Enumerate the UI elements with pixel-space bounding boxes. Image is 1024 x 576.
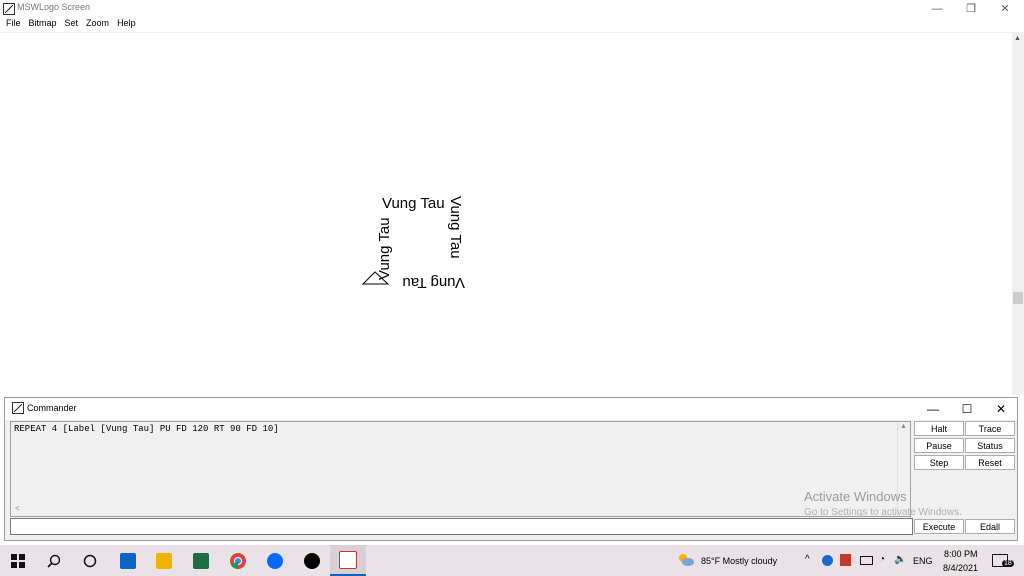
clock-date[interactable]: 8/4/2021 [943, 563, 978, 573]
activate-windows-subtitle: Go to Settings to activate Windows. [804, 507, 962, 518]
halt-button[interactable]: Halt [914, 421, 964, 436]
battery-icon[interactable] [860, 556, 873, 565]
tray-app-icon[interactable] [822, 555, 833, 566]
command-history[interactable]: REPEAT 4 [Label [Vung Tau] PU FD 120 RT … [10, 421, 911, 517]
tray-v-icon[interactable] [840, 554, 851, 566]
step-button[interactable]: Step [914, 455, 964, 470]
volume-icon[interactable]: 🔈 [894, 554, 906, 565]
wifi-icon[interactable]: ◔ [879, 554, 885, 565]
trace-button[interactable]: Trace [965, 421, 1015, 436]
close-button[interactable]: ✕ [988, 0, 1022, 17]
chrome-icon[interactable] [220, 545, 256, 576]
excel-icon[interactable] [183, 545, 219, 576]
weather-cloud-icon [679, 554, 694, 566]
commander-maximize-button[interactable]: ☐ [950, 398, 984, 420]
canvas-label-right: Vung Tau [447, 196, 464, 259]
zalo-icon[interactable] [257, 545, 293, 576]
execute-button[interactable]: Execute [914, 519, 964, 534]
commander-window: Commander — ☐ ✕ REPEAT 4 [Label [Vung Ta… [4, 397, 1018, 541]
menu-zoom[interactable]: Zoom [82, 17, 113, 32]
weather-text[interactable]: 85°F Mostly cloudy [701, 556, 777, 566]
mswlogo-app-icon [3, 3, 15, 15]
activate-windows-title: Activate Windows [804, 489, 907, 504]
mail-icon[interactable] [110, 545, 146, 576]
window-title-bar: MSWLogo Screen — ❐ ✕ [0, 0, 1024, 17]
commander-app-icon [12, 402, 24, 414]
language-indicator[interactable]: ENG [913, 556, 933, 566]
search-icon[interactable] [36, 545, 72, 576]
commander-title: Commander [27, 403, 77, 413]
pause-button[interactable]: Pause [914, 438, 964, 453]
mswlogo-icon[interactable] [330, 545, 366, 576]
status-button[interactable]: Status [965, 438, 1015, 453]
minimize-button[interactable]: — [920, 0, 954, 17]
menu-file[interactable]: File [2, 17, 25, 32]
taskbar: 85°F Mostly cloudy ^ ◔ 🔈 ENG 8:00 PM 8/4… [0, 545, 1024, 576]
logo-canvas[interactable]: Vung Tau Vung Tau Vung Tau Vung Tau [0, 33, 1012, 395]
turtle-icon [362, 271, 390, 285]
edall-button[interactable]: Edall [965, 519, 1015, 534]
command-input[interactable] [10, 518, 913, 535]
reset-button[interactable]: Reset [965, 455, 1015, 470]
file-explorer-icon[interactable] [146, 545, 182, 576]
start-icon[interactable] [0, 545, 36, 576]
menu-help[interactable]: Help [113, 17, 140, 32]
menu-bitmap[interactable]: Bitmap [25, 17, 61, 32]
canvas-label-top: Vung Tau [382, 195, 445, 212]
commander-close-button[interactable]: ✕ [984, 398, 1018, 420]
canvas-label-bottom: Vung Tau [402, 274, 465, 291]
menu-set[interactable]: Set [61, 17, 83, 32]
window-title: MSWLogo Screen [17, 2, 91, 12]
scroll-up-icon[interactable]: ▲ [1014, 35, 1021, 42]
cortana-icon[interactable] [72, 545, 108, 576]
clock-time[interactable]: 8:00 PM [944, 549, 978, 559]
restore-button[interactable]: ❐ [954, 0, 988, 17]
history-scroll-up-icon[interactable]: ▲ [900, 423, 907, 430]
history-line[interactable]: REPEAT 4 [Label [Vung Tau] PU FD 120 RT … [14, 424, 279, 434]
tiktok-icon[interactable] [294, 545, 330, 576]
commander-title-bar: Commander — ☐ ✕ [5, 398, 1017, 420]
scroll-thumb[interactable] [1013, 292, 1023, 304]
notification-count: 18 [1002, 560, 1014, 567]
commander-minimize-button[interactable]: — [916, 398, 950, 420]
menu-bar: File Bitmap Set Zoom Help [0, 17, 140, 32]
chevron-up-icon[interactable]: ^ [805, 554, 810, 565]
scroll-left-icon[interactable]: < [15, 504, 20, 513]
canvas-vertical-scrollbar[interactable]: ▲ [1012, 33, 1024, 395]
